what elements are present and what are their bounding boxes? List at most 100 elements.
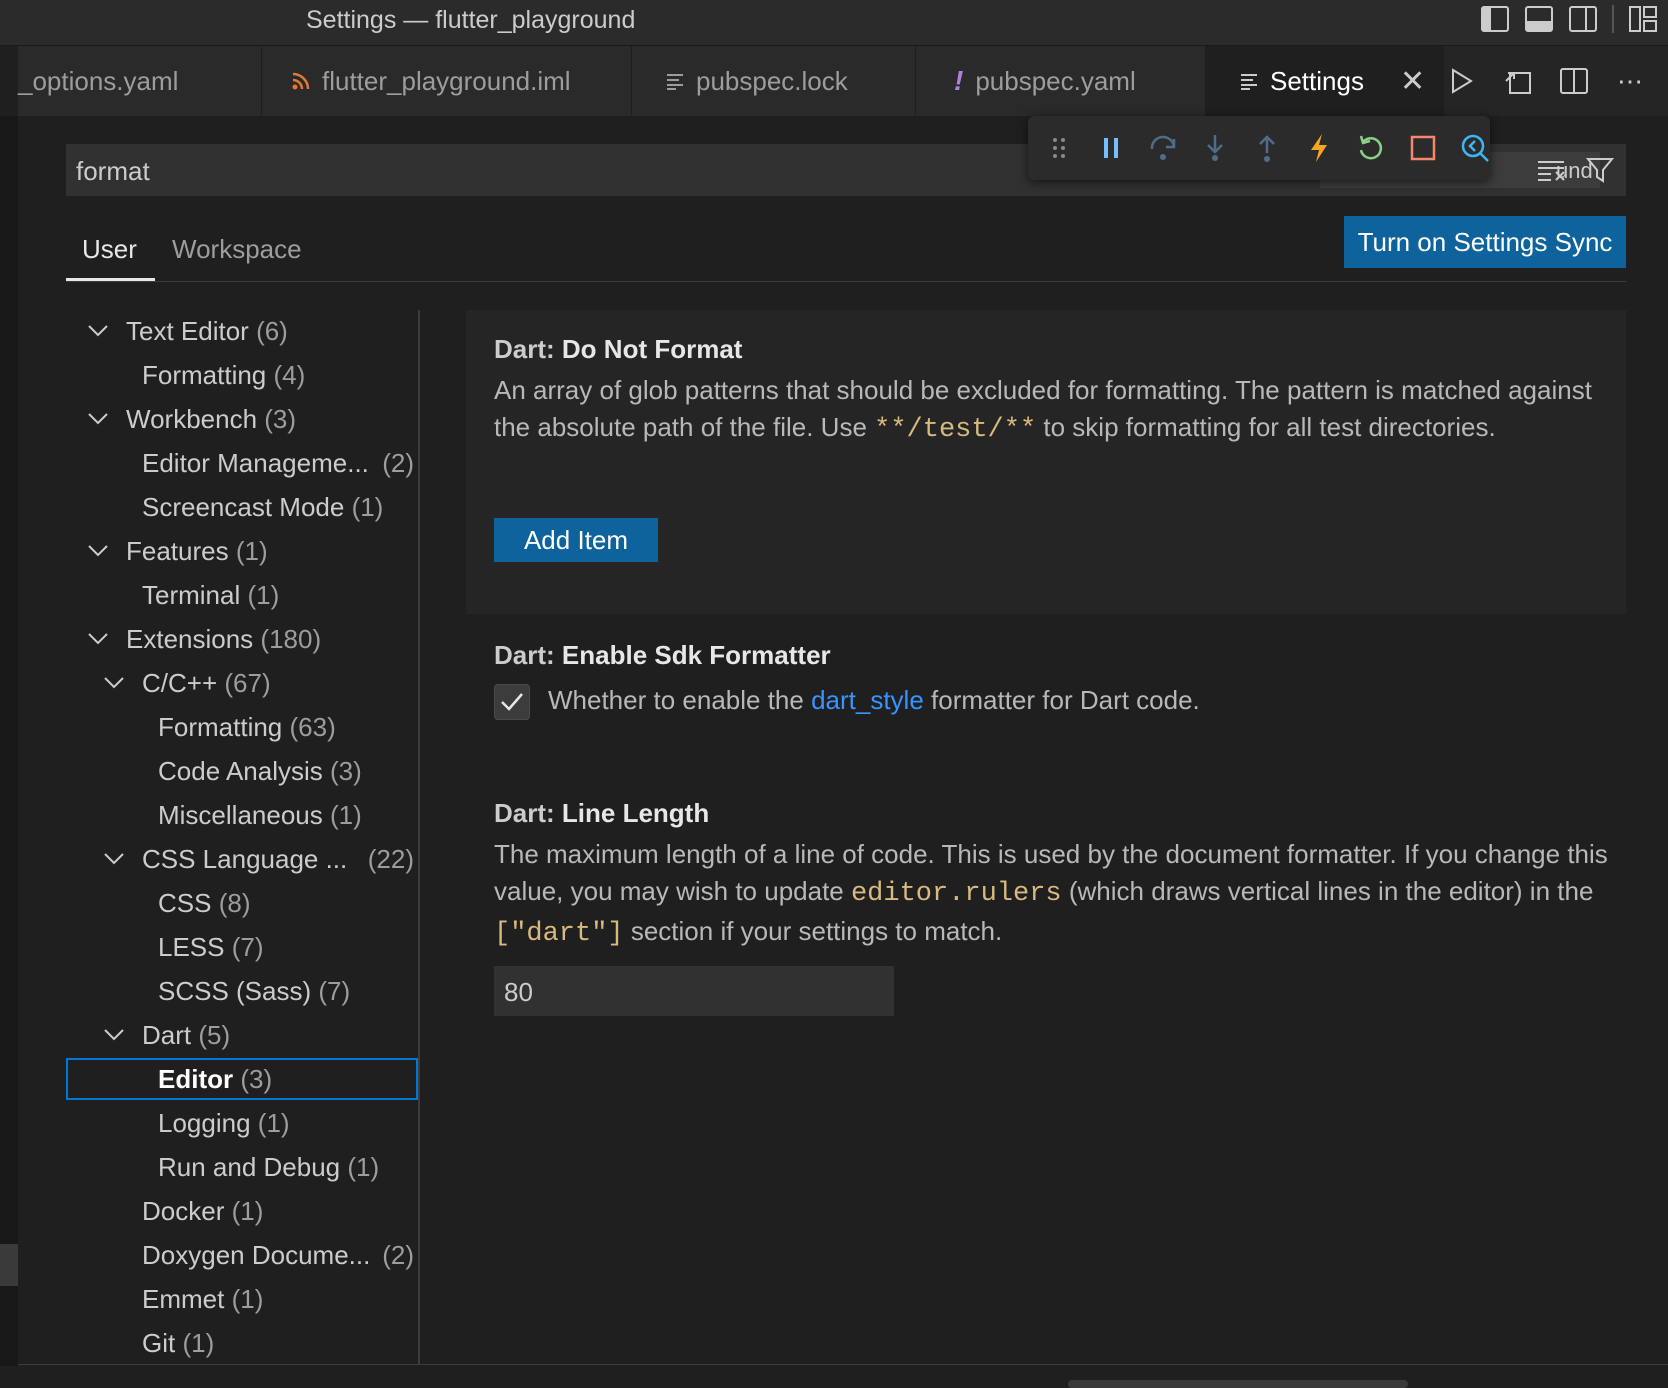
- step-over-icon[interactable]: [1148, 133, 1178, 163]
- toc-item-count: (7): [231, 931, 264, 962]
- chevron-down-icon[interactable]: [102, 1023, 126, 1047]
- toc-item-label: Git (1): [142, 1328, 214, 1359]
- pause-icon[interactable]: [1096, 133, 1126, 163]
- toc-item[interactable]: Emmet (1): [66, 1278, 418, 1320]
- toc-item-label: Code Analysis (3): [158, 756, 362, 787]
- chevron-down-icon[interactable]: [86, 319, 110, 343]
- dart-style-link[interactable]: dart_style: [811, 685, 924, 715]
- toc-item-count: (1): [351, 491, 384, 522]
- tab-label: _options.yaml: [18, 65, 179, 96]
- active-tab-indicator: [66, 278, 155, 281]
- chevron-down-icon[interactable]: [102, 671, 126, 695]
- description-text: to skip formatting for all test director…: [1036, 412, 1496, 442]
- split-editor-icon[interactable]: [1558, 65, 1590, 97]
- toc-item[interactable]: Extensions (180): [66, 618, 418, 660]
- toc-item-name: Docker: [142, 1195, 225, 1226]
- title-bar: Settings — flutter_playground: [0, 0, 1668, 46]
- clear-filter-icon[interactable]: [1536, 154, 1568, 186]
- tab-workspace[interactable]: Workspace: [172, 234, 302, 265]
- exclamation-icon: !: [954, 65, 964, 96]
- description-text: section if your settings to match.: [623, 916, 1003, 946]
- toc-item-name: Emmet: [142, 1283, 225, 1314]
- turn-on-settings-sync-button[interactable]: Turn on Settings Sync: [1344, 216, 1626, 268]
- toc-item-label: Terminal (1): [142, 580, 279, 611]
- toc-item[interactable]: C/C++ (67): [66, 662, 418, 704]
- editor-actions: ⋯: [1446, 46, 1668, 116]
- toc-item[interactable]: Code Analysis (3): [66, 750, 418, 792]
- step-into-icon[interactable]: [1200, 133, 1230, 163]
- chevron-down-icon[interactable]: [86, 539, 110, 563]
- stop-icon[interactable]: [1408, 133, 1438, 163]
- setting-title: Dart: Line Length: [494, 798, 709, 829]
- run-icon[interactable]: [1446, 65, 1478, 97]
- enable-sdk-formatter-checkbox[interactable]: [494, 684, 530, 720]
- toc-item-label: Workbench (3): [126, 404, 296, 435]
- toc-item-name: Doxygen Docume...: [142, 1239, 371, 1270]
- toc-item[interactable]: Formatting (4): [66, 354, 418, 396]
- drag-handle-icon[interactable]: [1044, 133, 1074, 163]
- toggle-panel-icon[interactable]: [1524, 4, 1554, 34]
- toc-item[interactable]: Formatting (63): [66, 706, 418, 748]
- toc-item[interactable]: Docker (1): [66, 1190, 418, 1232]
- toc-item[interactable]: LESS (7): [66, 926, 418, 968]
- toc-item[interactable]: Miscellaneous (1): [66, 794, 418, 836]
- activity-strip: [0, 116, 18, 1366]
- dart-devtools-icon[interactable]: [1460, 133, 1490, 163]
- filter-icon[interactable]: [1584, 154, 1616, 186]
- horizontal-scrollbar[interactable]: [1068, 1380, 1408, 1388]
- tab-flutter-playground-iml[interactable]: flutter_playground.iml: [262, 46, 632, 116]
- restart-icon[interactable]: [1356, 133, 1386, 163]
- setting-title: Dart: Do Not Format: [494, 334, 742, 365]
- hot-reload-icon[interactable]: [1304, 133, 1334, 163]
- toggle-secondary-sidebar-icon[interactable]: [1568, 4, 1598, 34]
- search-actions: [1536, 154, 1616, 186]
- toc-item-count: (3): [330, 755, 362, 786]
- toc-item[interactable]: Run and Debug (1): [66, 1146, 418, 1188]
- add-item-button[interactable]: Add Item: [494, 518, 658, 562]
- toc-item-count: (2): [382, 447, 414, 478]
- toc-item[interactable]: Terminal (1): [66, 574, 418, 616]
- toc-item[interactable]: Screencast Mode (1): [66, 486, 418, 528]
- toc-item[interactable]: Logging (1): [66, 1102, 418, 1144]
- toc-item[interactable]: Dart (5): [66, 1014, 418, 1056]
- tab-label: pubspec.yaml: [975, 65, 1136, 96]
- toc-item-name: Logging: [158, 1107, 251, 1138]
- toc-item-name: Terminal: [142, 579, 241, 610]
- step-out-icon[interactable]: [1252, 133, 1282, 163]
- toc-item[interactable]: Doxygen Docume... (2): [66, 1234, 418, 1276]
- tab-settings[interactable]: Settings ✕: [1206, 46, 1444, 116]
- chevron-down-icon[interactable]: [86, 627, 110, 651]
- close-icon[interactable]: ✕: [1400, 64, 1425, 99]
- toc-item-count: (3): [264, 403, 297, 434]
- open-settings-json-icon[interactable]: [1502, 65, 1534, 97]
- chevron-down-icon[interactable]: [102, 847, 126, 871]
- tab-options-yaml[interactable]: _options.yaml: [18, 46, 262, 116]
- line-length-input[interactable]: 80: [494, 966, 894, 1016]
- toc-item-name: Miscellaneous: [158, 799, 323, 830]
- toc-item[interactable]: CSS (8): [66, 882, 418, 924]
- toc-item[interactable]: Editor Manageme... (2): [66, 442, 418, 484]
- chevron-down-icon[interactable]: [86, 407, 110, 431]
- lines-icon: [666, 72, 684, 90]
- toc-item-label: Editor (3): [158, 1064, 272, 1095]
- customize-layout-icon[interactable]: [1628, 4, 1658, 34]
- toc-item-name: Text Editor: [126, 315, 249, 346]
- toc-item[interactable]: Workbench (3): [66, 398, 418, 440]
- toggle-primary-sidebar-icon[interactable]: [1480, 4, 1510, 34]
- search-input[interactable]: format: [76, 156, 150, 187]
- more-actions-icon[interactable]: ⋯: [1614, 65, 1646, 97]
- toc-item[interactable]: Git (1): [66, 1322, 418, 1364]
- toc-item[interactable]: SCSS (Sass) (7): [66, 970, 418, 1012]
- toc-item[interactable]: Features (1): [66, 530, 418, 572]
- toc-item-count: (7): [318, 975, 351, 1006]
- tab-user[interactable]: User: [82, 234, 137, 265]
- tab-pubspec-lock[interactable]: pubspec.lock: [632, 46, 916, 116]
- toc-item-name: Workbench: [126, 403, 258, 434]
- toc-item-name: Editor Manageme...: [142, 447, 369, 478]
- toc-item[interactable]: Text Editor (6): [66, 310, 418, 352]
- tab-pubspec-yaml[interactable]: ! pubspec.yaml: [916, 46, 1206, 116]
- toc-item[interactable]: CSS Language ... (22): [66, 838, 418, 880]
- toc-item-name: LESS: [158, 931, 225, 962]
- toc-item-count: (4): [273, 359, 306, 390]
- toc-item[interactable]: Editor (3): [66, 1058, 418, 1100]
